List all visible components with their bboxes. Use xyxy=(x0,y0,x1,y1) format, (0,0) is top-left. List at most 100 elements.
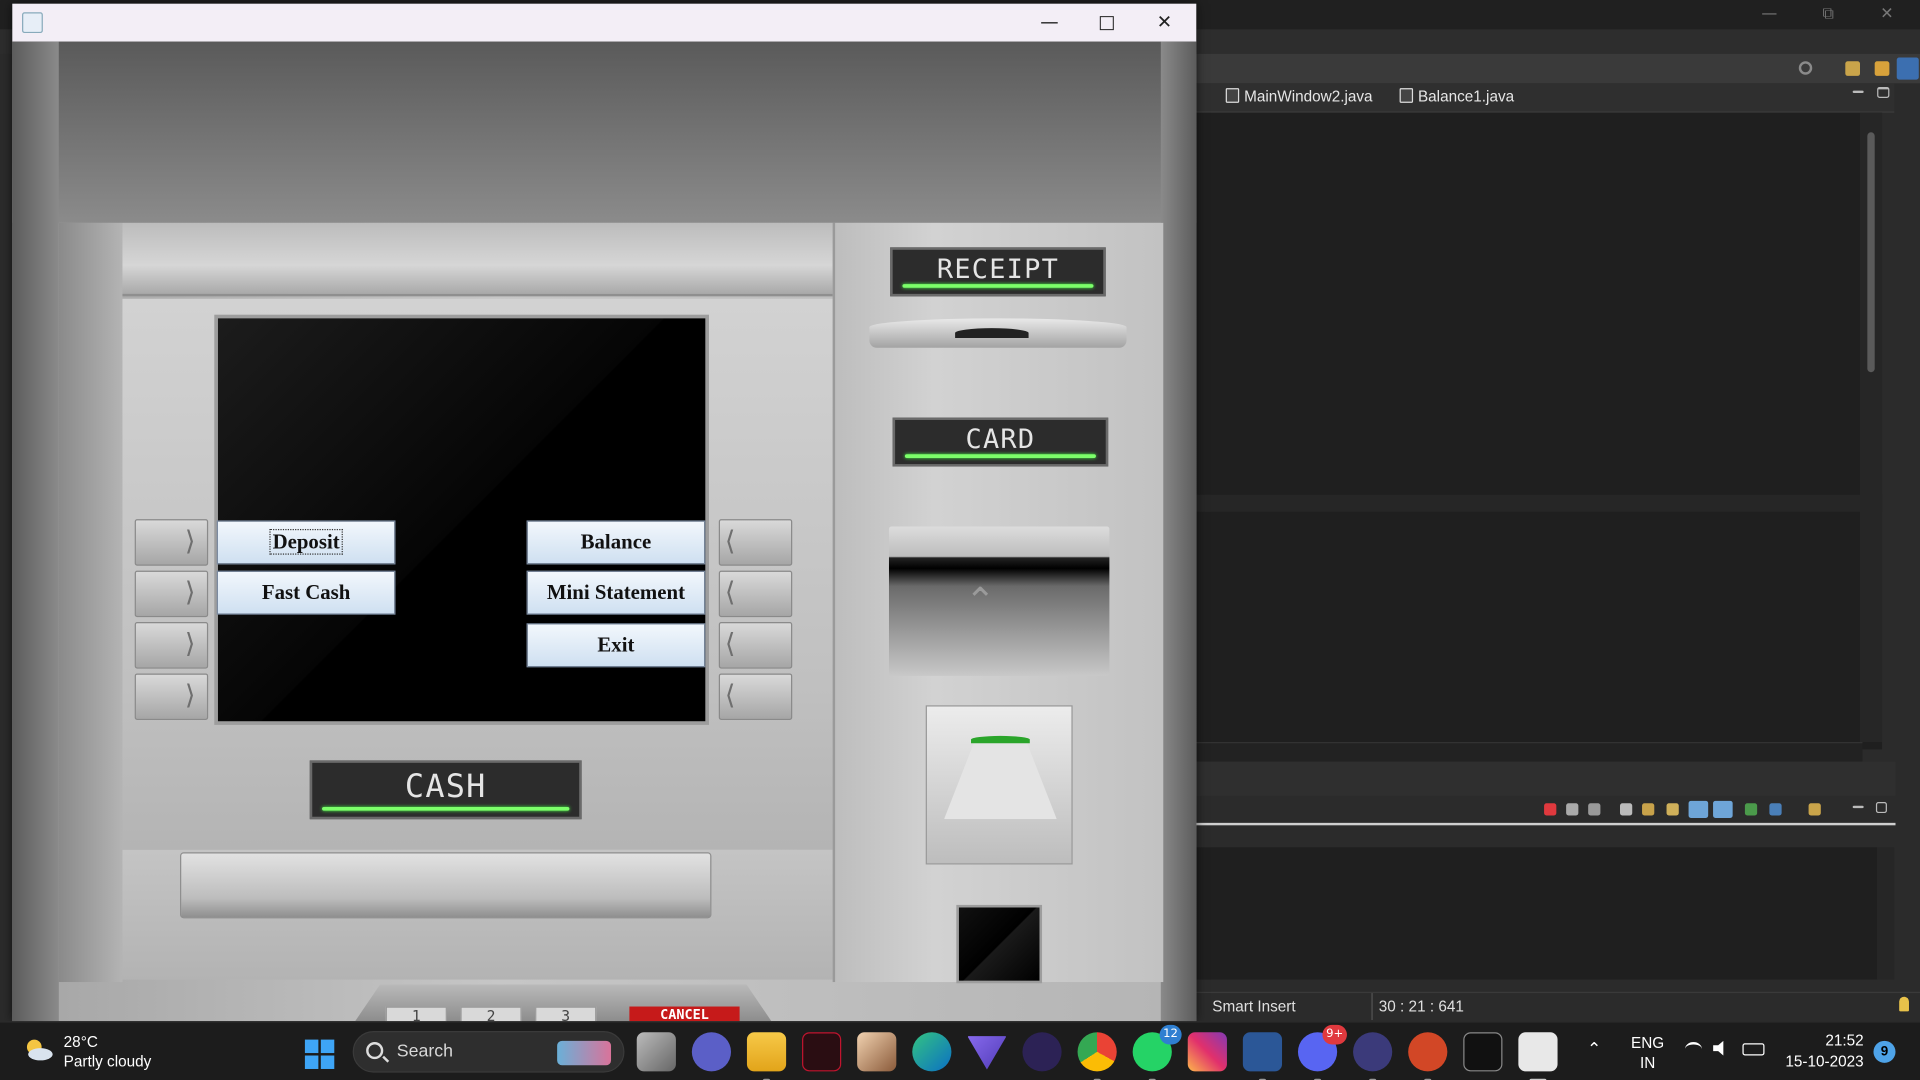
notification-badge[interactable]: 9 xyxy=(1873,1040,1896,1063)
code-editor[interactable] xyxy=(1196,112,1883,750)
right-side-key-3[interactable]: ⟨ xyxy=(718,622,793,669)
ide-panel-minimize-icon[interactable] xyxy=(1852,90,1864,94)
cursor-position: 30 : 21 : 641 xyxy=(1378,997,1464,1016)
key-2[interactable]: 2 xyxy=(460,1006,522,1022)
left-side-key-2[interactable]: ⟩ xyxy=(134,570,209,618)
console-output[interactable] xyxy=(1196,847,1878,980)
right-side-key-1[interactable]: ⟨ xyxy=(718,519,793,566)
discord-badge: 9+ xyxy=(1322,1024,1347,1045)
proton-vpn-icon[interactable] xyxy=(967,1036,1007,1070)
pin-console-icon[interactable] xyxy=(1744,803,1758,816)
taskbar-search[interactable]: Search xyxy=(352,1031,625,1073)
ide-restore-icon[interactable]: ⧉ xyxy=(1800,2,1856,26)
show-on-output-icon[interactable] xyxy=(1688,800,1709,818)
atm-window-title-bar[interactable]: — □ ✕ xyxy=(12,3,1197,42)
cash-dispenser-slot xyxy=(180,852,712,919)
edge-icon[interactable] xyxy=(912,1032,952,1072)
tip-lightbulb-icon[interactable] xyxy=(1899,996,1909,1012)
weather-temp: 28°C xyxy=(63,1033,98,1051)
atm-right-wall xyxy=(1160,41,1197,1022)
chrome-icon[interactable] xyxy=(1077,1032,1117,1080)
teams-chat-icon[interactable] xyxy=(691,1032,732,1072)
open-console-icon[interactable] xyxy=(1808,803,1821,816)
key-1[interactable]: 1 xyxy=(385,1006,447,1022)
language-indicator[interactable]: ENG IN xyxy=(1631,1033,1664,1072)
java-icon[interactable] xyxy=(1518,1032,1558,1080)
ide-status-bar: Smart Insert 30 : 21 : 641 xyxy=(1196,991,1920,1022)
receipt-label: RECEIPT xyxy=(936,254,1060,286)
eclipse-icon[interactable] xyxy=(1022,1032,1062,1072)
maximize-button[interactable]: □ xyxy=(1079,4,1135,42)
ide-perspective-icon[interactable] xyxy=(1845,61,1861,76)
whatsapp-icon[interactable]: 12 xyxy=(1132,1024,1182,1080)
editor-vertical-scrollbar[interactable] xyxy=(1867,132,1875,373)
ide-secondary-toolbar xyxy=(1196,53,1920,84)
right-side-key-2[interactable]: ⟨ xyxy=(718,570,793,618)
battery-icon[interactable] xyxy=(1742,1043,1765,1056)
console-scrollbar[interactable] xyxy=(1877,847,1895,980)
ide-close-icon[interactable]: ✕ xyxy=(1859,2,1915,26)
terminal-icon[interactable] xyxy=(1463,1032,1503,1072)
card-slot: ⌃ xyxy=(888,526,1110,676)
terminate-icon[interactable] xyxy=(1544,803,1557,816)
discord-icon[interactable]: 9+ xyxy=(1297,1024,1347,1080)
atm-window: — □ ✕ ⟩ ⟩ ⟩ ⟩ ⟨ ⟨ ⟨ ⟨ Deposit Fast Cash … xyxy=(12,3,1197,1022)
java-file-icon xyxy=(1225,88,1240,103)
remove-launch-icon[interactable] xyxy=(1566,803,1579,816)
left-side-key-1[interactable]: ⟩ xyxy=(134,519,209,566)
start-button[interactable] xyxy=(304,1039,335,1069)
fast-cash-button[interactable]: Fast Cash xyxy=(216,570,396,615)
eclipse-ide-icon[interactable] xyxy=(1353,1032,1393,1080)
ide-minimize-icon[interactable]: — xyxy=(1741,2,1797,26)
weather-desc: Partly cloudy xyxy=(63,1053,152,1071)
deposit-button[interactable]: Deposit xyxy=(216,520,396,565)
vectary-icon[interactable] xyxy=(802,1032,842,1072)
search-icon xyxy=(366,1042,384,1060)
partly-cloudy-icon xyxy=(26,1039,53,1061)
volume-icon[interactable] xyxy=(1713,1040,1724,1056)
receipt-slot-gap xyxy=(955,328,1029,338)
wifi-icon[interactable] xyxy=(1684,1042,1703,1057)
photos-icon[interactable] xyxy=(857,1032,897,1072)
tab-balance1[interactable]: Balance1.java xyxy=(1399,88,1515,106)
console-clear-icon[interactable] xyxy=(1620,803,1633,816)
system-clock[interactable]: 21:52 15-10-2023 xyxy=(1778,1031,1864,1073)
insert-mode: Smart Insert xyxy=(1212,997,1296,1016)
ide-java-perspective-icon[interactable] xyxy=(1896,57,1919,80)
clock-time: 21:52 xyxy=(1825,1032,1864,1050)
editor-horizontal-scrollbar[interactable] xyxy=(1196,742,1863,762)
key-3[interactable]: 3 xyxy=(535,1006,597,1022)
cash-led xyxy=(322,806,570,811)
balance-button[interactable]: Balance xyxy=(526,520,706,565)
scroll-lock-icon[interactable] xyxy=(1642,803,1655,816)
word-wrap-icon[interactable] xyxy=(1666,803,1679,816)
ide-debug-icon[interactable] xyxy=(1874,61,1890,76)
tab-label: Balance1.java xyxy=(1417,88,1515,106)
pin-shield xyxy=(925,705,1073,865)
left-side-key-4[interactable]: ⟩ xyxy=(134,673,209,721)
chevron-up-icon[interactable]: ⌃ xyxy=(1587,1040,1601,1060)
fast-cash-label: Fast Cash xyxy=(261,580,351,604)
cancel-key[interactable]: CANCEL xyxy=(629,1006,740,1022)
file-explorer-icon[interactable] xyxy=(746,1032,787,1080)
task-view-icon[interactable] xyxy=(636,1032,676,1072)
chevron-left-icon: ⟨ xyxy=(724,577,736,609)
close-button[interactable]: ✕ xyxy=(1136,4,1192,42)
exit-button[interactable]: Exit xyxy=(526,623,706,668)
card-label: CARD xyxy=(965,424,1036,456)
word-icon[interactable] xyxy=(1242,1032,1283,1080)
console-minimize-icon[interactable] xyxy=(1852,805,1864,809)
tab-mainwindow2[interactable]: MainWindow2.java xyxy=(1225,88,1373,105)
right-side-key-4[interactable]: ⟨ xyxy=(718,673,793,721)
console-maximize-icon[interactable] xyxy=(1875,802,1887,814)
minimize-button[interactable]: — xyxy=(1021,4,1077,42)
powerpoint-icon[interactable] xyxy=(1408,1032,1448,1080)
instagram-icon[interactable] xyxy=(1187,1032,1227,1072)
show-on-error-icon[interactable] xyxy=(1713,800,1733,818)
mini-statement-button[interactable]: Mini Statement xyxy=(526,570,706,615)
left-side-key-3[interactable]: ⟩ xyxy=(134,622,209,669)
ide-panel-maximize-icon[interactable] xyxy=(1877,86,1890,98)
display-console-icon[interactable] xyxy=(1769,803,1782,816)
ide-search-icon[interactable] xyxy=(1798,61,1813,75)
remove-all-icon[interactable] xyxy=(1588,803,1601,816)
